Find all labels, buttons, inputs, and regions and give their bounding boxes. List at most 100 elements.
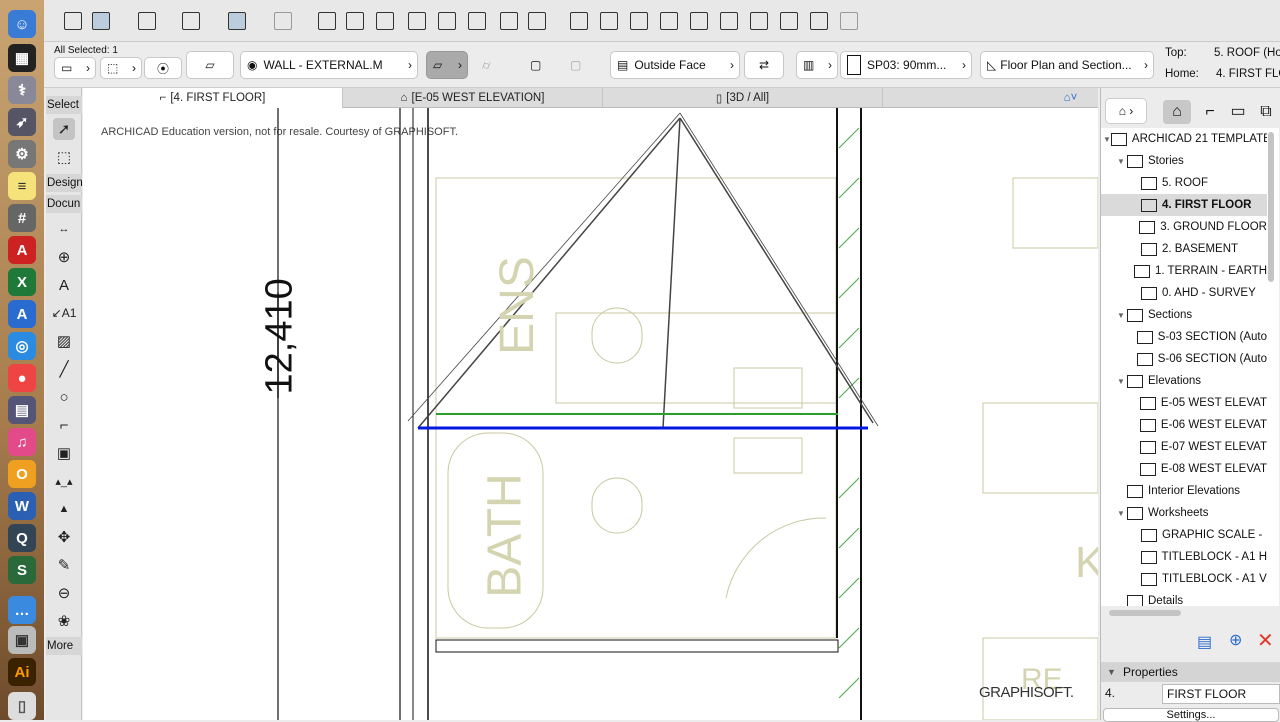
disclosure-triangle-icon[interactable]: ▼ [1117,377,1127,386]
navigator-item[interactable]: 5. ROOF [1101,172,1267,194]
disclosure-triangle-icon[interactable]: ▼ [1117,311,1127,320]
properties-header[interactable]: ▼ Properties [1101,662,1280,682]
change-tool-icon[interactable]: ❀ [53,610,75,632]
messages-icon[interactable]: … [8,596,36,624]
itunes-icon[interactable]: ♫ [8,428,36,456]
home-value[interactable]: 4. FIRST FLO [1216,68,1280,80]
story-name-field[interactable]: FIRST FLOOR [1162,684,1280,704]
disclosure-triangle-icon[interactable]: ▼ [1117,157,1127,166]
navigator-item[interactable]: 4. FIRST FLOOR [1101,194,1267,216]
tab-west-elevation[interactable]: ⌂ [E-05 WEST ELEVATION] [343,88,603,108]
geometry-method-button[interactable]: ▭ › [54,57,96,79]
navigator-item[interactable]: 1. TERRAIN - EARTH [1101,260,1267,282]
polyline-tool-icon[interactable]: ⌐ [53,414,75,436]
floor-plan-display-selector[interactable]: ◺ Floor Plan and Section... › [980,51,1154,79]
label-tool-icon[interactable]: ↙A1 [52,302,77,324]
sketchup-icon[interactable]: S [8,556,36,584]
top-value[interactable]: 5. ROOF (Ho [1214,47,1280,59]
navigator-item[interactable]: ▼ Worksheets [1101,502,1267,524]
navigator-item[interactable]: 2. BASEMENT [1101,238,1267,260]
tab-list-button[interactable]: ⌂˅ [1043,88,1098,108]
launchpad-icon[interactable]: ➶ [8,108,36,136]
navigator-item[interactable]: E-08 WEST ELEVAT [1101,458,1267,480]
new-viewpoint-icon[interactable]: ⊕ [1229,630,1242,650]
tree-vertical-scrollbar[interactable] [1268,132,1274,282]
tab-3d[interactable]: ▯ [3D / All] [603,88,883,108]
navigator-item[interactable]: TITLEBLOCK - A1 V [1101,568,1267,590]
group-icon[interactable] [810,12,828,30]
view-settings-icon[interactable]: ▤ [1197,632,1212,652]
archicad-doc-icon[interactable]: ▣ [8,626,36,654]
view-map-icon[interactable]: ⌐ [1197,100,1223,124]
disclosure-triangle-icon[interactable]: ▼ [1103,135,1111,144]
elevation-tool-icon[interactable]: ▲ [53,498,75,520]
arrow-tool-icon[interactable]: ➚ [53,118,75,140]
quicktime-icon[interactable]: Q [8,524,36,552]
reference-line-selector[interactable]: ▤ Outside Face › [610,51,740,79]
snap-guides-icon[interactable] [92,12,110,30]
finder-icon[interactable]: ☺ [8,10,36,38]
utility-icon[interactable]: ▤ [8,396,36,424]
multiply-icon[interactable] [690,12,708,30]
gravity-icon[interactable] [182,12,200,30]
disclosure-triangle-icon[interactable]: ▼ [1117,509,1127,518]
resize-icon[interactable] [408,12,426,30]
navigator-item[interactable]: S-03 SECTION (Auto [1101,326,1267,348]
offset-icon[interactable] [468,12,486,30]
navigator-item[interactable]: GRAPHIC SCALE - [1101,524,1267,546]
trapezoid-wall-button[interactable]: ▢ [524,51,552,79]
rotate-copy-icon[interactable] [750,12,768,30]
navigator-item[interactable]: Interior Elevations [1101,480,1267,502]
navigator-item[interactable]: E-05 WEST ELEVAT [1101,392,1267,414]
flip-button[interactable]: ⇄ [744,51,784,79]
navigator-item[interactable]: ▼ Sections [1101,304,1267,326]
text-tool-icon[interactable]: A [53,274,75,296]
adjust-icon[interactable] [528,12,546,30]
ungroup-icon[interactable] [840,12,858,30]
activity-monitor-icon[interactable]: ▦ [8,44,36,72]
dimension-value[interactable]: 12,410 [259,278,302,394]
system-preferences-icon[interactable]: ⚙ [8,140,36,168]
lock-icon[interactable] [274,12,292,30]
composite-selector[interactable]: SP03: 90mm... › [840,51,972,79]
navigator-item[interactable]: ▼ Stories [1101,150,1267,172]
detail-tool-icon[interactable]: ⊖ [53,582,75,604]
delete-icon[interactable]: ✕ [1257,628,1274,653]
magnet-button[interactable]: ⦿ [144,57,182,79]
marquee-tool-icon[interactable]: ⬚ [53,146,75,168]
tab-first-floor[interactable]: ⌐ [4. FIRST FLOOR] [83,88,343,108]
trash-icon[interactable]: ▯ [8,692,36,720]
layer-selector[interactable]: ◉ WALL - EXTERNAL.M › [240,51,418,79]
selection-method-button[interactable]: ⬚ › [100,57,142,79]
navigator-item[interactable]: 3. GROUND FLOOR [1101,216,1267,238]
circle-tool-icon[interactable]: ○ [53,386,75,408]
partial-structure-icon[interactable] [228,12,246,30]
publisher-icon[interactable]: ⧉ [1253,100,1279,124]
navigator-mode-button[interactable]: ⌂ › [1105,98,1147,124]
acrobat-icon[interactable]: A [8,236,36,264]
level-dimension-icon[interactable]: ⊕ [53,246,75,268]
line-tool-icon[interactable]: ╱ [53,358,75,380]
worksheet-tool-icon[interactable]: ✎ [53,554,75,576]
navigator-item[interactable]: ▼ Elevations [1101,370,1267,392]
section-tool-icon[interactable]: ▴_▴ [53,470,75,492]
dimension-tool-icon[interactable]: ↔ [53,218,75,240]
wall-shape-button[interactable]: ▱ [186,51,234,79]
navigator-item[interactable]: E-07 WEST ELEVAT [1101,436,1267,458]
guide-lines-icon[interactable] [138,12,156,30]
disk-utility-icon[interactable]: ⚕ [8,76,36,104]
archicad-icon[interactable]: A [8,300,36,328]
fill-tool-icon[interactable]: ▨ [53,330,75,352]
move-icon[interactable] [570,12,588,30]
line-tool-icon[interactable] [346,12,364,30]
curved-wall-button[interactable]: ⌭ [476,51,512,79]
mirror-copy-icon[interactable] [780,12,798,30]
app-icon[interactable]: O [8,460,36,488]
interior-elevation-icon[interactable]: ✥ [53,526,75,548]
project-map-icon[interactable]: ⌂ [1163,100,1191,124]
notes-icon[interactable]: ≡ [8,172,36,200]
safari-icon[interactable]: ◎ [8,332,36,360]
excel-icon[interactable]: X [8,268,36,296]
navigator-item[interactable]: E-06 WEST ELEVAT [1101,414,1267,436]
tree-horizontal-scrollbar[interactable] [1109,610,1181,616]
